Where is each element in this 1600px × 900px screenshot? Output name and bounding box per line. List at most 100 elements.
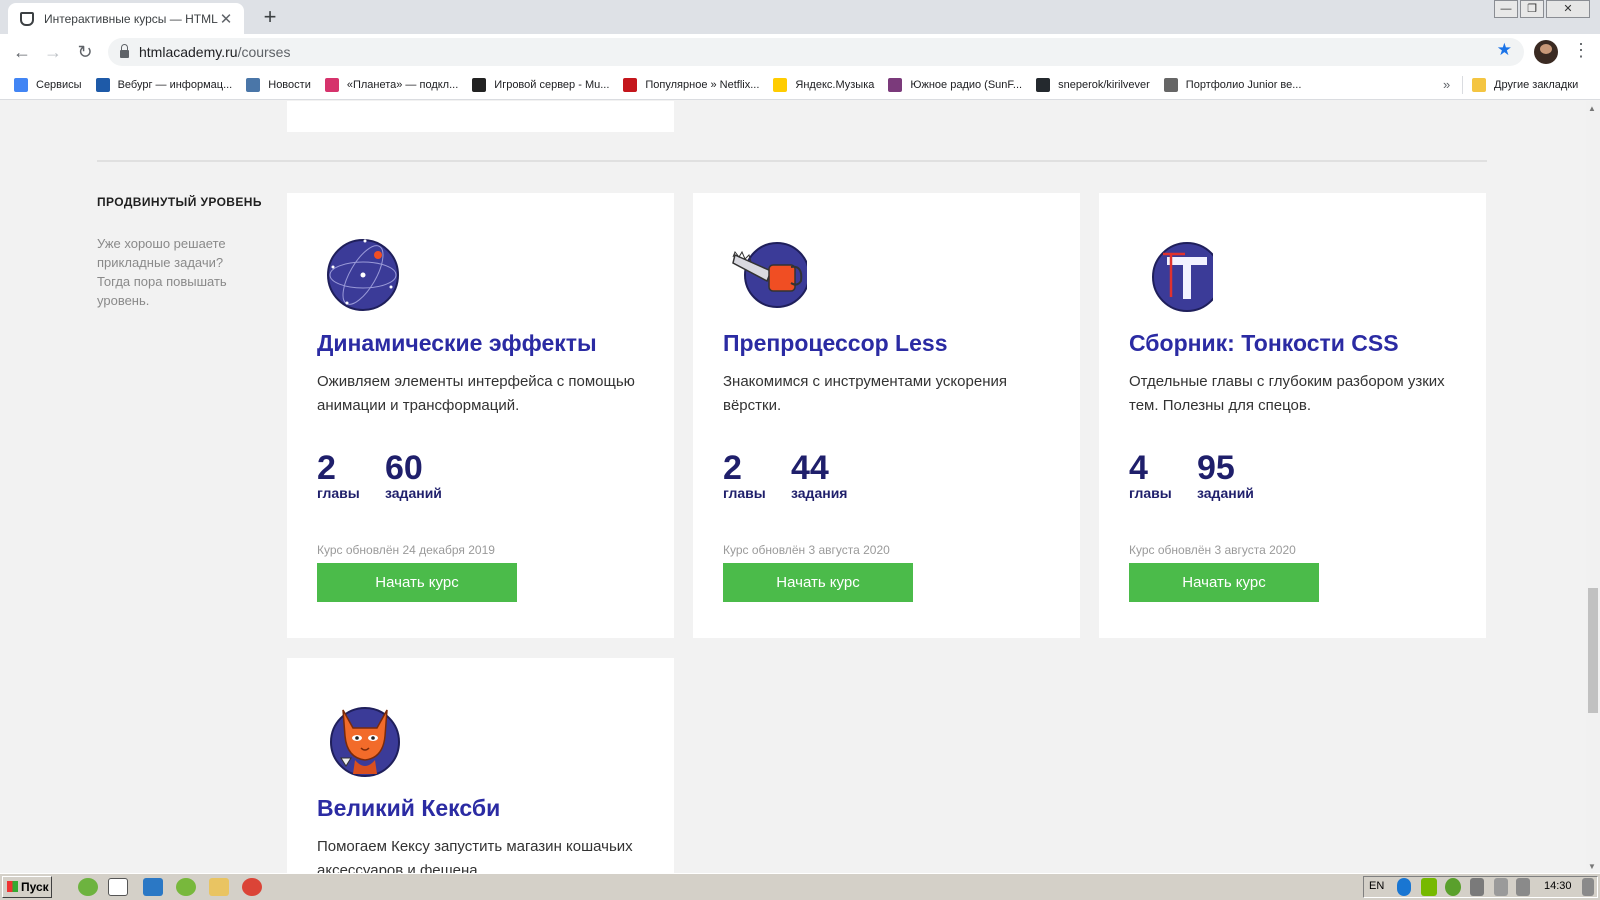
reload-button[interactable]: ↻ [73,40,97,64]
bookmark-label: Яндекс.Музыка [795,78,875,91]
forward-button[interactable]: → [41,40,65,64]
bookmark-item[interactable]: Популярное » Netflix... [623,77,760,92]
bookmark-label: Популярное » Netflix... [645,78,760,91]
start-course-button[interactable]: Начать курс [317,563,517,602]
minimize-button[interactable]: — [1494,0,1518,18]
start-button[interactable]: Пуск [2,876,52,898]
bookmark-label: Вебург — информац... [117,78,233,91]
tasks-stat: 95 заданий [1197,449,1254,501]
chapters-label: главы [1129,485,1172,501]
chapters-stat: 4 главы [1129,449,1172,501]
updated-date: Курс обновлён 3 августа 2020 [1129,543,1296,557]
show-desktop-icon[interactable] [1582,878,1594,896]
other-bookmarks[interactable]: Другие закладки [1472,70,1578,100]
back-button[interactable]: ← [10,40,34,64]
bookmark-item[interactable]: Яндекс.Музыка [773,77,875,92]
course-title[interactable]: Великий Кексби [317,795,500,822]
bookmark-item[interactable]: Портфолио Junior ве... [1163,77,1301,92]
course-title[interactable]: Сборник: Тонкости CSS [1129,330,1399,357]
course-description: Отдельные главы с глубоким разбором узки… [1129,373,1445,414]
letter-t-icon [1152,242,1213,312]
language-indicator[interactable]: EN [1369,880,1384,892]
bookmark-label: sneperok/kirilvever [1058,78,1150,91]
chapters-count: 2 [723,449,742,487]
restore-button[interactable]: ❐ [1520,0,1544,18]
chapters-count: 2 [317,449,336,487]
network-icon[interactable] [1494,878,1508,896]
new-tab-button[interactable]: + [258,4,282,30]
chapters-label: главы [317,485,360,501]
quicklaunch-app-icon[interactable] [78,878,98,896]
other-bookmarks-label: Другие закладки [1494,79,1579,91]
url-path: /courses [237,44,291,60]
section-divider [97,160,1487,162]
tab-close-icon[interactable]: ✕ [218,10,234,28]
bookmark-item[interactable]: Южное радио (SunF... [888,77,1023,92]
bookmarks-more-icon[interactable]: » [1443,77,1450,92]
bookmark-favicon-icon [1163,77,1178,92]
bookmark-favicon-icon [1036,77,1051,92]
scrollbar-thumb[interactable] [1588,588,1598,713]
course-card-great-keksby: Великий Кексби Помогаем Кексу запустить … [287,658,674,873]
start-course-button[interactable]: Начать курс [723,563,913,602]
course-card-css-subtleties: Сборник: Тонкости CSS Отдельные главы с … [1099,193,1486,638]
orbit-sphere-icon [327,239,399,311]
window-controls: — ❐ ✕ [1492,0,1590,18]
bookmarks-bar: Сервисы Вебург — информац... Новости «Плане… [0,70,1600,100]
close-window-button[interactable]: ✕ [1546,0,1590,18]
chrome-taskbar-icon[interactable] [108,878,128,896]
bookmark-label: Сервисы [36,78,82,91]
start-course-button[interactable]: Начать курс [1129,563,1319,602]
app-taskbar-icon[interactable] [143,878,163,896]
nvidia-icon[interactable] [1421,878,1437,896]
folder-taskbar-icon[interactable] [209,878,229,896]
bookmark-item[interactable]: Сервисы [14,77,82,92]
chapters-stat: 2 главы [723,449,766,501]
browser-tab[interactable]: Интерактивные курсы — HTML Ac ✕ [8,3,244,34]
bookmark-favicon-icon [14,77,28,92]
bookmark-item[interactable]: Игровой сервер - Mu... [472,77,609,92]
bookmark-label: Новости [268,78,311,91]
page-content: ПРОДВИНУТЫЙ УРОВЕНЬ Уже хорошо решаете п… [0,101,1586,873]
browser-toolbar: ← → ↻ htmlacademy.ru/courses ★ ⋮ [0,34,1600,70]
course-card-dynamic-effects: Динамические эффекты Оживляем элементы и… [287,193,674,638]
course-title[interactable]: Препроцессор Less [723,330,948,357]
bluetooth-icon[interactable] [1397,878,1411,896]
page-scrollbar[interactable] [1586,101,1600,873]
bookmark-item[interactable]: «Планета» — подкл... [324,77,459,92]
updated-date: Курс обновлён 3 августа 2020 [723,543,890,557]
tasks-stat: 60 заданий [385,449,442,501]
bookmark-label: «Планета» — подкл... [346,78,459,91]
scroll-down-arrow-icon[interactable]: ▼ [1588,862,1596,871]
tasks-count: 95 [1197,449,1235,487]
updated-date: Курс обновлён 24 декабря 2019 [317,543,495,557]
bookmark-star-icon[interactable]: ★ [1497,40,1512,60]
tasks-stat: 44 задания [791,449,847,501]
bookmark-item[interactable]: Вебург — информац... [95,77,233,92]
security-tray-icon[interactable] [1470,878,1484,896]
utorrent-taskbar-icon[interactable] [176,878,196,896]
browser-menu-icon[interactable]: ⋮ [1572,40,1590,61]
volume-icon[interactable] [1516,878,1530,896]
bookmark-item[interactable]: sneperok/kirilvever [1036,77,1150,92]
previous-course-card [287,101,674,132]
tasks-label: заданий [1197,485,1254,501]
course-title[interactable]: Динамические эффекты [317,330,597,357]
clock: 14:30 [1544,880,1572,892]
address-bar[interactable]: htmlacademy.ru/courses ★ [108,38,1524,66]
bookmark-label: Южное радио (SunF... [910,78,1023,91]
bookmark-favicon-icon [888,77,903,92]
utorrent-tray-icon[interactable] [1445,878,1461,896]
chrome-window-icon[interactable] [242,878,262,896]
bookmark-favicon-icon [773,77,788,92]
bookmark-favicon-icon [623,77,638,92]
folder-icon [1472,78,1486,92]
scroll-up-arrow-icon[interactable]: ▲ [1588,104,1596,113]
profile-avatar[interactable] [1534,40,1558,64]
url-host: htmlacademy.ru [139,44,238,60]
tab-strip: Интерактивные курсы — HTML Ac ✕ + — ❐ ✕ [0,0,1600,34]
chapters-stat: 2 главы [317,449,360,501]
bookmark-item[interactable]: Новости [246,77,311,92]
chainsaw-icon [732,242,807,308]
tasks-label: задания [791,485,848,501]
